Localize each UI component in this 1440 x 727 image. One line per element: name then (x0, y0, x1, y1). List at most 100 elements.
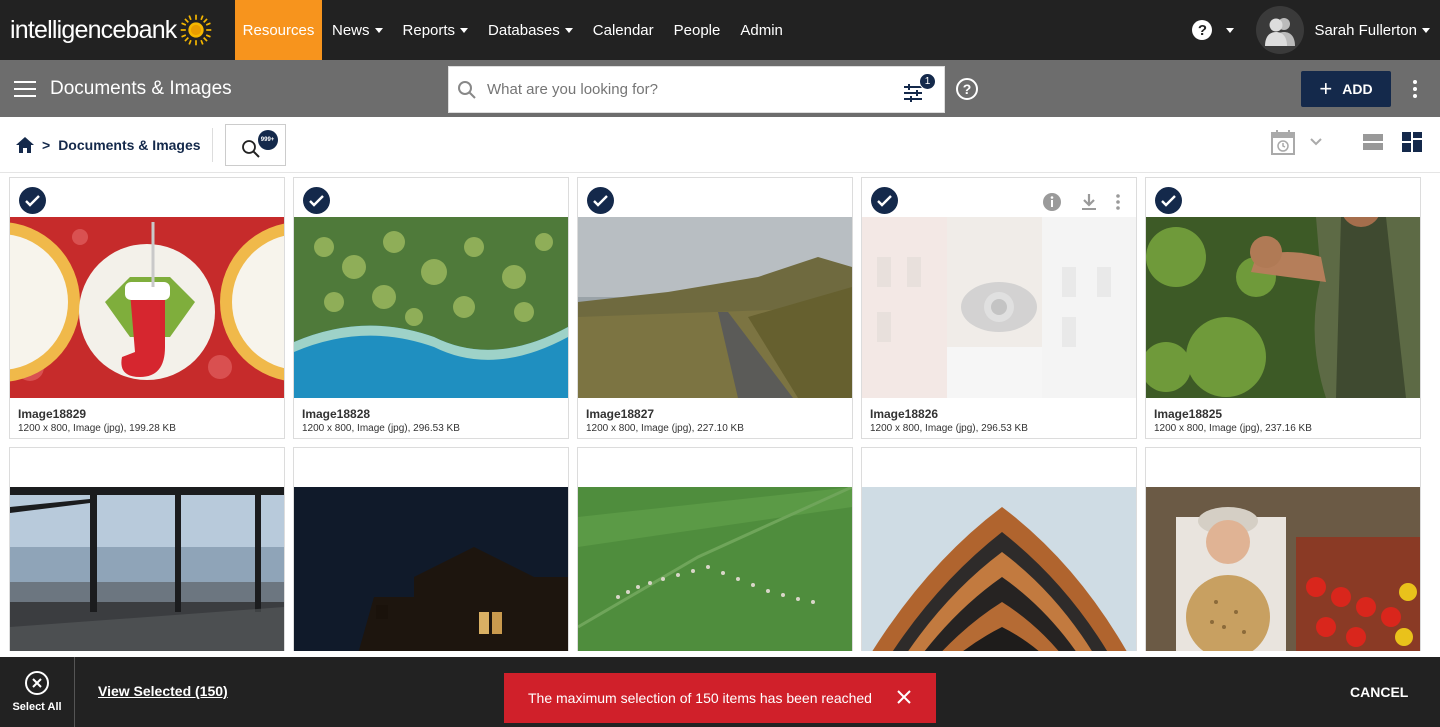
asset-thumbnail[interactable] (578, 217, 852, 398)
cancel-button[interactable]: CANCEL (1350, 684, 1408, 700)
select-all-button[interactable]: Select All (0, 657, 75, 727)
max-selection-toast: The maximum selection of 150 items has b… (504, 673, 936, 723)
saved-search-button[interactable]: 999+ (224, 123, 286, 166)
top-navigation: intelligencebank Resources News Reports … (0, 0, 1440, 60)
close-icon[interactable] (896, 689, 912, 705)
caret-down-icon (1422, 27, 1430, 33)
chevron-down-icon[interactable] (1309, 137, 1323, 147)
asset-thumbnail[interactable] (862, 487, 1136, 651)
search-icon (458, 80, 476, 99)
nav-item-reports[interactable]: Reports (393, 0, 479, 60)
selected-check-icon[interactable] (303, 187, 330, 214)
question-circle-icon: ? (1192, 20, 1213, 40)
results-count-badge: 999+ (257, 129, 278, 150)
asset-card[interactable] (293, 447, 569, 651)
nav-label: People (673, 21, 721, 39)
asset-name[interactable]: Image18829 (18, 407, 86, 421)
caret-down-icon (564, 27, 573, 33)
nav-item-people[interactable]: People (664, 0, 731, 60)
asset-name[interactable]: Image18828 (302, 407, 370, 421)
selection-bar: Select All View Selected (150) The maxim… (0, 657, 1440, 727)
breadcrumb: > Documents & Images 999+ (0, 117, 1440, 173)
asset-name[interactable]: Image18826 (870, 407, 938, 421)
selected-check-icon[interactable] (871, 187, 898, 214)
asset-thumbnail[interactable] (10, 487, 284, 651)
breadcrumb-current[interactable]: Documents & Images (58, 137, 200, 153)
filter-count-badge: 1 (919, 73, 936, 90)
home-icon[interactable] (15, 136, 35, 154)
divider (211, 127, 213, 162)
close-circle-icon (25, 671, 49, 695)
brand-logo[interactable]: intelligencebank (0, 0, 235, 60)
grid-view-icon[interactable] (1402, 132, 1422, 152)
asset-meta: 1200 x 800, Image (jpg), 227.10 KB (586, 423, 744, 434)
kebab-menu-icon[interactable] (1116, 194, 1120, 210)
asset-card[interactable]: Image18829 1200 x 800, Image (jpg), 199.… (9, 177, 285, 439)
selected-check-icon[interactable] (19, 187, 46, 214)
select-all-label: Select All (12, 701, 62, 713)
asset-card[interactable]: Image18826 1200 x 800, Image (jpg), 296.… (861, 177, 1137, 439)
caret-down-icon (374, 27, 383, 33)
more-options-icon[interactable] (1413, 80, 1417, 98)
asset-card[interactable] (9, 447, 285, 651)
selected-check-icon[interactable] (1155, 187, 1182, 214)
asset-card[interactable]: Image18828 1200 x 800, Image (jpg), 296.… (293, 177, 569, 439)
asset-name[interactable]: Image18827 (586, 407, 654, 421)
page-title: Documents & Images (50, 77, 232, 99)
avatar[interactable] (1256, 6, 1305, 54)
asset-card[interactable] (1145, 447, 1421, 651)
help-menu[interactable]: ? (1192, 20, 1235, 40)
nav-item-news[interactable]: News (322, 0, 393, 60)
asset-thumbnail[interactable] (1146, 217, 1420, 398)
search-bar: 1 (448, 66, 945, 113)
nav-item-databases[interactable]: Databases (478, 0, 583, 60)
hamburger-menu-icon[interactable] (14, 80, 36, 97)
search-filter-button[interactable]: 1 (902, 73, 936, 107)
nav-item-admin[interactable]: Admin (730, 0, 793, 60)
user-name: Sarah Fullerton (1314, 21, 1417, 39)
list-view-icon[interactable] (1363, 133, 1383, 151)
asset-thumbnail[interactable] (1146, 487, 1420, 651)
user-menu[interactable]: Sarah Fullerton (1314, 22, 1430, 39)
user-silhouette-icon (1265, 18, 1296, 46)
asset-thumbnail[interactable] (10, 217, 284, 398)
nav-label: Admin (740, 21, 783, 39)
asset-thumbnail[interactable] (578, 487, 852, 651)
view-selected-link[interactable]: View Selected (150) (98, 683, 228, 699)
asset-card[interactable] (861, 447, 1137, 651)
info-icon[interactable] (1042, 192, 1062, 212)
plus-icon: + (1319, 76, 1333, 101)
nav-label: Reports (402, 21, 456, 39)
sun-logo-icon (180, 14, 211, 46)
asset-thumbnail[interactable] (862, 217, 1136, 398)
caret-down-icon (1226, 27, 1235, 33)
asset-thumbnail[interactable] (294, 487, 568, 651)
calendar-clock-icon[interactable] (1271, 129, 1295, 155)
asset-card[interactable]: Image18827 1200 x 800, Image (jpg), 227.… (577, 177, 853, 439)
logo-text: intelligencebank (10, 15, 177, 44)
asset-meta: 1200 x 800, Image (jpg), 296.53 KB (870, 423, 1028, 434)
add-button[interactable]: + ADD (1301, 71, 1391, 107)
search-help-icon[interactable]: ? (956, 78, 978, 100)
nav-label: Resources (242, 21, 315, 39)
asset-meta: 1200 x 800, Image (jpg), 199.28 KB (18, 423, 176, 434)
asset-meta: 1200 x 800, Image (jpg), 296.53 KB (302, 423, 460, 434)
breadcrumb-separator: > (42, 136, 51, 153)
asset-thumbnail[interactable] (294, 217, 568, 398)
page-header: Documents & Images 1 ? + ADD (0, 60, 1440, 117)
nav-label: Calendar (592, 21, 654, 39)
search-input[interactable] (487, 81, 867, 98)
asset-card[interactable]: Image18825 1200 x 800, Image (jpg), 237.… (1145, 177, 1421, 439)
download-icon[interactable] (1080, 193, 1098, 211)
nav-item-calendar[interactable]: Calendar (583, 0, 664, 60)
nav-item-resources[interactable]: Resources (235, 0, 322, 60)
toast-message: The maximum selection of 150 items has b… (528, 690, 872, 706)
nav-label: Databases (488, 21, 560, 39)
asset-grid: Image18829 1200 x 800, Image (jpg), 199.… (9, 177, 1431, 651)
add-label: ADD (1342, 81, 1373, 97)
selected-check-icon[interactable] (587, 187, 614, 214)
asset-meta: 1200 x 800, Image (jpg), 237.16 KB (1154, 423, 1312, 434)
asset-name[interactable]: Image18825 (1154, 407, 1222, 421)
card-actions (1042, 192, 1120, 212)
asset-card[interactable] (577, 447, 853, 651)
